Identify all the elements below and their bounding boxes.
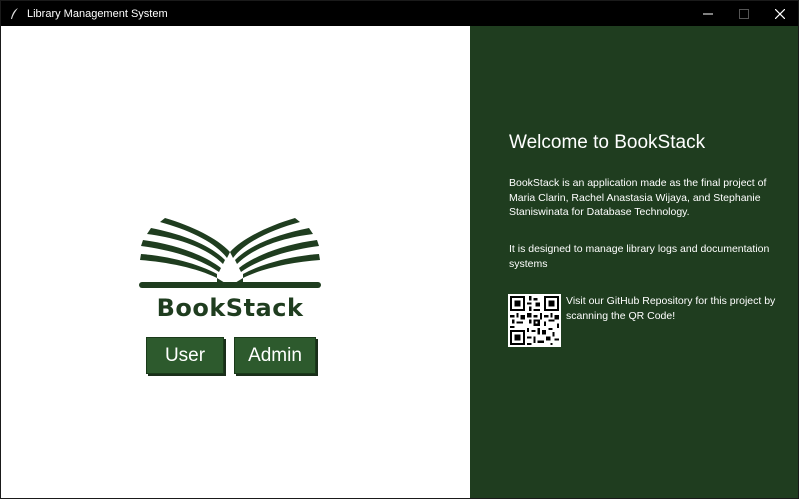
purpose-paragraph: It is designed to manage library logs an… <box>509 243 770 270</box>
maximize-button[interactable] <box>726 1 762 26</box>
close-icon <box>775 8 785 19</box>
qr-caption: Visit our GitHub Repository for this pro… <box>566 295 776 322</box>
maximize-icon <box>739 8 749 19</box>
welcome-heading: Welcome to BookStack <box>509 132 706 153</box>
open-book-icon <box>139 218 321 288</box>
title-bar[interactable]: Library Management System <box>1 1 798 26</box>
login-pane: BookStack User Admin <box>1 26 470 498</box>
user-button[interactable]: User <box>146 337 224 374</box>
about-paragraph: BookStack is an application made as the … <box>509 177 767 218</box>
minimize-icon <box>703 13 713 14</box>
close-button[interactable] <box>762 1 798 26</box>
info-panel: Welcome to BookStack BookStack is an app… <box>470 26 798 498</box>
admin-button[interactable]: Admin <box>234 337 316 374</box>
qr-code-icon[interactable] <box>508 294 561 347</box>
window-title: Library Management System <box>27 7 168 20</box>
window-controls <box>690 1 798 26</box>
brand-name: BookStack <box>156 294 304 322</box>
app-window: Library Management System BookStack User… <box>0 0 799 499</box>
feather-icon <box>9 7 21 20</box>
minimize-button[interactable] <box>690 1 726 26</box>
